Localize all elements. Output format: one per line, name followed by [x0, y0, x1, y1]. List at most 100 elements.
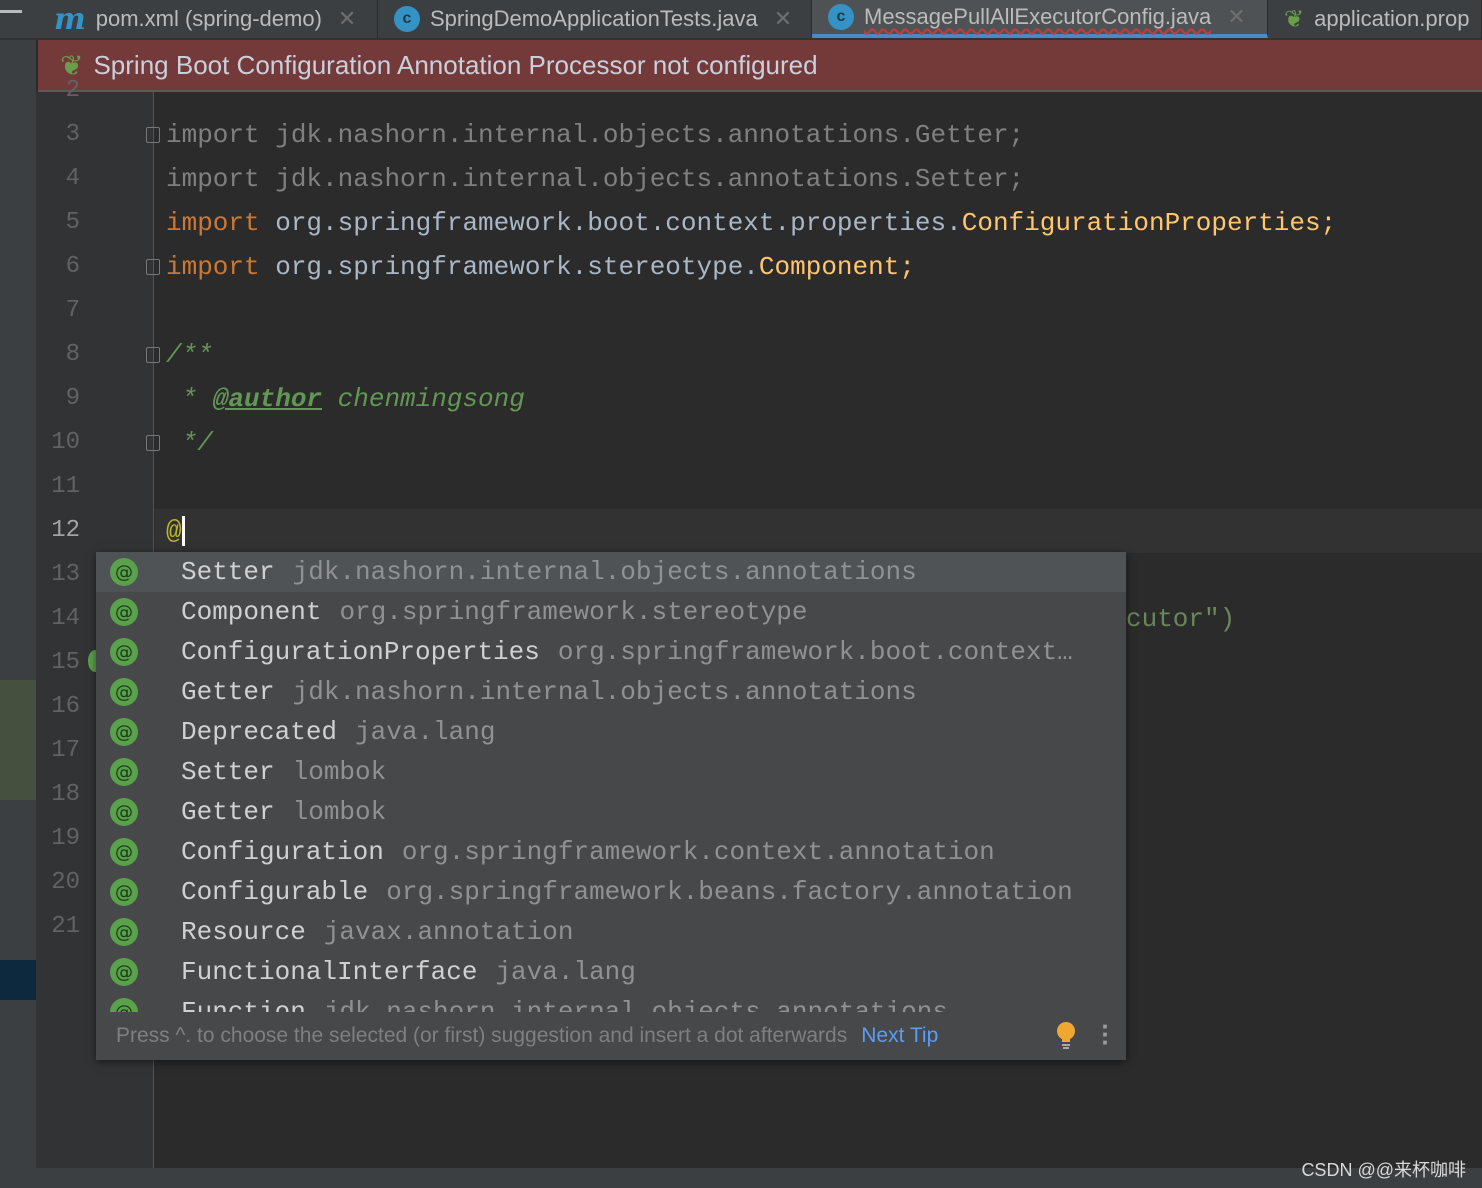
tab-label: pom.xml (spring-demo) [95, 6, 322, 31]
item-name: ConfigurationProperties [181, 637, 540, 667]
close-icon[interactable]: ✕ [774, 6, 792, 32]
more-options-icon[interactable]: · · · [1101, 1013, 1110, 1055]
notification-banner: ❦ Spring Boot Configuration Annotation P… [38, 40, 1482, 92]
completion-item[interactable]: @ Configurable org.springframework.beans.f… [96, 872, 1126, 912]
completion-item[interactable]: @ Getter jdk.nashorn.internal.objects.anno… [96, 672, 1126, 712]
annotation-icon: @ [110, 718, 138, 746]
annotation-icon: @ [110, 918, 138, 946]
item-name: Component [181, 597, 322, 627]
line-number: 10 [51, 429, 80, 456]
annotation-icon: @ [110, 758, 138, 786]
completion-item[interactable]: @ Function jdk.nashorn.internal.objects.an… [96, 992, 1126, 1012]
completion-item[interactable]: @ Configuration org.springframework.contex… [96, 832, 1126, 872]
annotation-icon: @ [110, 598, 138, 626]
item-name: FunctionalInterface [181, 957, 478, 987]
tab-pom-xml[interactable]: m pom.xml (spring-demo) ✕ [38, 0, 378, 38]
class-icon: c [828, 4, 854, 30]
completion-item[interactable]: @ Resource javax.annotation [96, 912, 1126, 952]
completion-item[interactable]: @ Setter lombok [96, 752, 1126, 792]
item-package: lombok [292, 797, 387, 827]
line-number: 14 [51, 605, 80, 632]
line-number: 3 [65, 121, 80, 148]
completion-item[interactable]: @ Component org.springframework.stereotype [96, 592, 1126, 632]
item-name: Getter [181, 677, 275, 707]
code-line-5[interactable]: import org.springframework.boot.context.… [166, 201, 1336, 245]
line-number: 2 [65, 77, 80, 104]
item-name: Getter [181, 797, 275, 827]
item-name: Setter [181, 557, 275, 587]
status-bar [0, 1168, 1482, 1188]
code-line-3[interactable]: import jdk.nashorn.internal.objects.anno… [166, 113, 1024, 157]
completion-item[interactable]: @ Setter jdk.nashorn.internal.objects.anno… [96, 552, 1126, 592]
fold-icon[interactable] [146, 347, 160, 363]
completion-item[interactable]: @ Deprecated java.lang [96, 712, 1126, 752]
annotation-icon: @ [110, 558, 138, 586]
tip-text: Press ^. to choose the selected (or firs… [116, 1024, 848, 1047]
annotation-icon: @ [110, 638, 138, 666]
item-package: jdk.nashorn.internal.objects.annotations [292, 557, 917, 587]
editor-tabs: m pom.xml (spring-demo) ✕ c SpringDemoAppli… [0, 0, 1482, 40]
line-number: 4 [65, 165, 80, 192]
lightbulb-icon[interactable] [1056, 1022, 1076, 1050]
line-number: 19 [51, 825, 80, 852]
completion-item[interactable]: @ Getter lombok [96, 792, 1126, 832]
code-line-12[interactable]: @ [166, 509, 185, 553]
item-package: jdk.nashorn.internal.objects.annotations [292, 677, 917, 707]
annotation-icon: @ [110, 878, 138, 906]
line-number: 9 [65, 385, 80, 412]
code-line-6[interactable]: import org.springframework.stereotype.Co… [166, 245, 915, 289]
line-number: 5 [65, 209, 80, 236]
item-package: lombok [292, 757, 387, 787]
line-number: 6 [65, 253, 80, 280]
annotation-icon: @ [110, 838, 138, 866]
tab-label: application.prop [1314, 6, 1470, 31]
item-package: org.springframework.stereotype [339, 597, 808, 627]
code-line-8[interactable]: /** [166, 333, 213, 377]
spring-config-icon: ❦ [1284, 5, 1305, 33]
line-number: 15 [51, 649, 80, 676]
item-package: org.springframework.context.annotation [401, 837, 995, 867]
text-caret [181, 516, 185, 547]
close-icon[interactable]: ✕ [338, 6, 356, 32]
class-icon: c [394, 6, 420, 32]
item-name: Function [181, 997, 306, 1012]
annotation-icon: @ [110, 998, 138, 1012]
completion-item[interactable]: @ FunctionalInterface java.lang [96, 952, 1126, 992]
annotation-icon: @ [110, 678, 138, 706]
item-package: org.springframework.beans.factory.annota… [386, 877, 1073, 907]
tool-window-strip [0, 40, 36, 1168]
tab-label: MessagePullAllExecutorConfig.java [864, 4, 1212, 29]
annotation-icon: @ [110, 958, 138, 986]
line-number: 17 [51, 737, 80, 764]
fold-icon[interactable] [146, 259, 160, 275]
completion-tip: Press ^. to choose the selected (or firs… [96, 1012, 1126, 1060]
completion-item[interactable]: @ ConfigurationProperties org.springframew… [96, 632, 1126, 672]
item-name: Configuration [181, 837, 384, 867]
completion-popup: @ Setter jdk.nashorn.internal.objects.anno… [96, 552, 1126, 1060]
line-number: 12 [51, 517, 80, 544]
item-name: Configurable [181, 877, 369, 907]
item-package: java.lang [495, 957, 636, 987]
item-package: jdk.nashorn.internal.objects.annotations [323, 997, 948, 1012]
close-icon[interactable]: ✕ [1227, 4, 1245, 30]
line-number: 8 [65, 341, 80, 368]
fold-icon[interactable] [146, 127, 160, 143]
tab-tests[interactable]: c SpringDemoApplicationTests.java ✕ [378, 0, 812, 38]
next-tip-link[interactable]: Next Tip [861, 1024, 938, 1048]
line-number: 13 [51, 561, 80, 588]
fold-icon[interactable] [146, 435, 160, 451]
code-line-4[interactable]: import jdk.nashorn.internal.objects.anno… [166, 157, 1024, 201]
minimize-icon[interactable] [0, 10, 22, 13]
tab-application-properties[interactable]: ❦ application.prop [1268, 0, 1482, 38]
watermark: CSDN @@来杯咖啡 [1301, 1160, 1466, 1180]
item-name: Deprecated [181, 717, 338, 747]
item-package: org.springframework.boot.context… [557, 637, 1073, 667]
line-number: 20 [51, 869, 80, 896]
code-line-14-tail[interactable]: cutor") [1126, 597, 1235, 641]
tab-config[interactable]: c MessagePullAllExecutorConfig.java ✕ [812, 0, 1268, 38]
code-line-10[interactable]: */ [166, 421, 213, 465]
current-line-highlight [155, 509, 1482, 553]
code-line-9[interactable]: * @author chenmingsong [166, 377, 525, 421]
line-number: 16 [51, 693, 80, 720]
line-number: 11 [51, 473, 80, 500]
